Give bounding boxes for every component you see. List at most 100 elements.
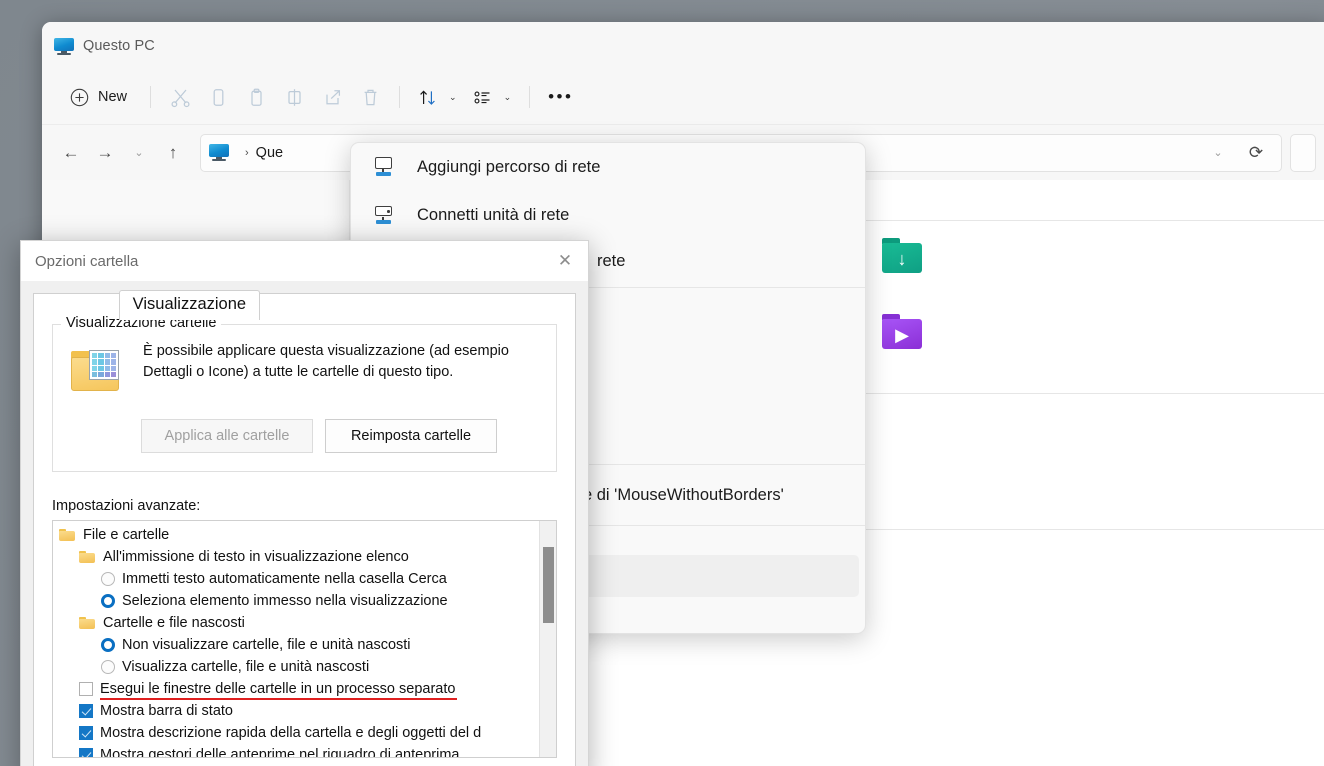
radio-selected-icon[interactable] <box>101 594 115 608</box>
delete-button[interactable] <box>351 79 389 115</box>
advanced-settings-rows: File e cartelle All'immissione di testo i… <box>53 521 556 758</box>
reset-folders-button[interactable]: Reimposta cartelle <box>325 419 497 453</box>
menu-item-map-network-drive[interactable]: Connetti unità di rete <box>351 191 865 239</box>
advanced-setting-row[interactable]: All'immissione di testo in visualizzazio… <box>53 546 556 568</box>
view-chevron-down-icon: ⌄ <box>503 91 512 102</box>
more-options-button[interactable]: ••• <box>540 79 581 115</box>
view-list-icon <box>474 91 490 103</box>
scrollbar-thumb[interactable] <box>543 547 554 623</box>
checkbox-checked-icon[interactable] <box>79 704 93 718</box>
radio-unselected-icon[interactable] <box>101 660 115 674</box>
menu-item-label: rete <box>597 251 626 270</box>
advanced-setting-row[interactable]: File e cartelle <box>53 524 556 546</box>
menu-item-label: Aggiungi percorso di rete <box>417 157 601 176</box>
trash-icon <box>364 89 376 105</box>
folder-icon <box>59 528 76 542</box>
menu-item-label: e di 'MouseWithoutBorders' <box>583 485 784 504</box>
copy-button[interactable] <box>199 79 237 115</box>
view-button[interactable]: ⌄ <box>465 79 520 115</box>
copy-icon <box>213 88 223 106</box>
advanced-setting-label: Visualizza cartelle, file e unità nascos… <box>122 659 370 675</box>
radio-selected-icon[interactable] <box>101 638 115 652</box>
folder-options-dialog: Opzioni cartella ✕ Generale Visualizzazi… <box>20 240 589 766</box>
videos-folder-icon: ▶ <box>880 311 924 353</box>
advanced-setting-label: Esegui le finestre delle cartelle in un … <box>100 681 458 700</box>
paste-button[interactable] <box>237 79 275 115</box>
share-button[interactable] <box>313 79 351 115</box>
menu-item-label: Connetti unità di rete <box>417 205 570 224</box>
checkbox-checked-icon[interactable] <box>79 748 93 757</box>
breadcrumb-separator: › <box>245 146 249 159</box>
breadcrumb-item[interactable]: Que <box>256 145 283 161</box>
window-titlebar: Questo PC <box>42 22 1324 70</box>
toolbar-divider-2 <box>399 86 401 108</box>
folder-views-description: È possibile applicare questa visualizzaz… <box>143 343 509 380</box>
sort-icon <box>420 90 435 105</box>
breadcrumb-monitor-icon <box>209 144 229 161</box>
folder-icon <box>79 616 96 630</box>
advanced-setting-label: All'immissione di testo in visualizzazio… <box>103 549 409 565</box>
tab-panel-visualizzazione: Visualizzazione cartelle È possibile app… <box>33 293 576 766</box>
sort-chevron-down-icon: ⌄ <box>449 91 457 102</box>
rename-button[interactable] <box>275 79 313 115</box>
cut-button[interactable] <box>161 79 199 115</box>
folder-views-group: Visualizzazione cartelle È possibile app… <box>52 315 557 472</box>
advanced-setting-label: File e cartelle <box>83 527 170 543</box>
rename-icon <box>287 88 301 106</box>
more-icon: ••• <box>548 87 574 106</box>
download-arrow-glyph: ↓ <box>897 249 907 269</box>
folder-view-icon <box>67 345 125 397</box>
advanced-setting-label: Seleziona elemento immesso nella visuali… <box>122 593 448 609</box>
toolbar-divider-1 <box>150 86 152 108</box>
advanced-settings-list[interactable]: File e cartelle All'immissione di testo i… <box>52 520 557 758</box>
sort-button[interactable]: ⌄ <box>410 79 465 115</box>
advanced-list-scrollbar[interactable] <box>539 521 556 757</box>
advanced-setting-label: Immetti testo automaticamente nella case… <box>122 571 447 587</box>
advanced-setting-row[interactable]: Immetti testo automaticamente nella case… <box>53 568 556 590</box>
toolbar-divider-3 <box>529 86 531 108</box>
new-button[interactable]: New <box>60 79 140 115</box>
advanced-setting-label: Mostra descrizione rapida della cartella… <box>100 725 482 741</box>
folder-icon <box>79 550 96 564</box>
advanced-setting-row[interactable]: Non visualizzare cartelle, file e unità … <box>53 634 556 656</box>
recent-locations-button[interactable]: ⌄ <box>122 136 156 170</box>
dialog-title: Opzioni cartella <box>35 252 139 270</box>
up-button[interactable]: ↑ <box>156 136 190 170</box>
radio-unselected-icon[interactable] <box>101 572 115 586</box>
advanced-setting-label: Mostra gestori delle anteprime nel riqua… <box>100 747 460 758</box>
advanced-setting-label: Non visualizzare cartelle, file e unità … <box>122 637 411 653</box>
forward-button[interactable]: → <box>88 136 122 170</box>
plus-circle-icon <box>70 88 89 106</box>
checkbox-unchecked-icon[interactable] <box>79 682 93 696</box>
window-title: Questo PC <box>83 38 155 54</box>
advanced-setting-row[interactable]: Mostra descrizione rapida della cartella… <box>53 722 556 744</box>
advanced-setting-row[interactable]: Visualizza cartelle, file e unità nascos… <box>53 656 556 678</box>
monitor-icon <box>54 37 74 55</box>
new-button-label: New <box>98 89 128 105</box>
tab-visualizzazione[interactable]: Visualizzazione <box>118 290 261 320</box>
advanced-setting-row[interactable]: Cartelle e file nascosti <box>53 612 556 634</box>
apply-to-folders-button[interactable]: Applica alle cartelle <box>141 419 313 453</box>
map-network-drive-icon <box>373 205 395 225</box>
cut-icon <box>170 89 190 107</box>
close-icon[interactable]: ✕ <box>542 241 588 281</box>
address-chevron-down-icon[interactable]: ⌄ <box>1201 136 1235 170</box>
paste-icon <box>250 88 262 106</box>
advanced-setting-label: Mostra barra di stato <box>100 703 233 719</box>
refresh-button[interactable]: ⟳ <box>1239 136 1273 170</box>
share-icon <box>325 89 340 104</box>
advanced-setting-row[interactable]: Seleziona elemento immesso nella visuali… <box>53 590 556 612</box>
advanced-setting-label: Cartelle e file nascosti <box>103 615 245 631</box>
advanced-settings-label: Impostazioni avanzate: <box>52 498 201 514</box>
advanced-setting-row[interactable]: Mostra gestori delle anteprime nel riqua… <box>53 744 556 758</box>
search-input[interactable] <box>1290 133 1316 172</box>
menu-item-add-network-location[interactable]: Aggiungi percorso di rete <box>351 143 865 191</box>
checkbox-checked-icon[interactable] <box>79 726 93 740</box>
downloads-folder-icon: ↓ <box>880 235 924 277</box>
advanced-setting-row[interactable]: Esegui le finestre delle cartelle in un … <box>53 678 556 700</box>
dialog-titlebar: Opzioni cartella ✕ <box>21 241 588 281</box>
add-network-location-icon <box>373 157 395 177</box>
advanced-setting-row[interactable]: Mostra barra di stato <box>53 700 556 722</box>
play-glyph: ▶ <box>895 325 909 345</box>
back-button[interactable]: ← <box>54 136 88 170</box>
